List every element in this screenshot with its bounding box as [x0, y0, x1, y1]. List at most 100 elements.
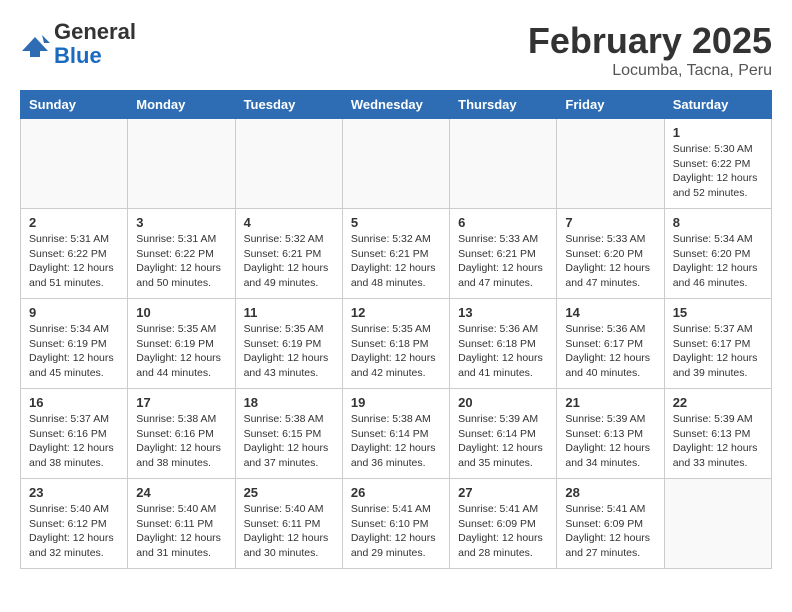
- calendar-cell: 12 Sunrise: 5:35 AM Sunset: 6:18 PM Dayli…: [342, 299, 449, 389]
- calendar-cell: 18 Sunrise: 5:38 AM Sunset: 6:15 PM Dayli…: [235, 389, 342, 479]
- title-block: February 2025 Locumba, Tacna, Peru: [528, 20, 772, 80]
- day-info: Sunrise: 5:34 AM Sunset: 6:19 PM Dayligh…: [29, 322, 119, 381]
- calendar-cell: 22 Sunrise: 5:39 AM Sunset: 6:13 PM Dayli…: [664, 389, 771, 479]
- day-number: 28: [565, 485, 655, 500]
- calendar-cell: 13Sunrise: 5:36 AM Sunset: 6:18 PM Dayli…: [450, 299, 557, 389]
- day-number: 7: [565, 215, 655, 230]
- day-info: Sunrise: 5:32 AM Sunset: 6:21 PM Dayligh…: [351, 232, 441, 291]
- day-number: 19: [351, 395, 441, 410]
- day-number: 21: [565, 395, 655, 410]
- day-info: Sunrise: 5:35 AM Sunset: 6:19 PM Dayligh…: [244, 322, 334, 381]
- day-number: 8: [673, 215, 763, 230]
- day-number: 15: [673, 305, 763, 320]
- logo-general: General: [54, 19, 136, 44]
- calendar-cell: 7 Sunrise: 5:33 AM Sunset: 6:20 PM Daylig…: [557, 209, 664, 299]
- day-number: 12: [351, 305, 441, 320]
- day-number: 16: [29, 395, 119, 410]
- day-number: 4: [244, 215, 334, 230]
- calendar-cell: 1Sunrise: 5:30 AM Sunset: 6:22 PM Daylig…: [664, 119, 771, 209]
- calendar-cell: 8 Sunrise: 5:34 AM Sunset: 6:20 PM Daylig…: [664, 209, 771, 299]
- day-header-monday: Monday: [128, 91, 235, 119]
- day-info: Sunrise: 5:37 AM Sunset: 6:17 PM Dayligh…: [673, 322, 763, 381]
- logo-text: General Blue: [54, 20, 136, 68]
- day-header-thursday: Thursday: [450, 91, 557, 119]
- calendar-week-2: 2Sunrise: 5:31 AM Sunset: 6:22 PM Daylig…: [21, 209, 772, 299]
- calendar-cell: 26 Sunrise: 5:41 AM Sunset: 6:10 PM Dayli…: [342, 479, 449, 569]
- calendar-cell: [664, 479, 771, 569]
- day-info: Sunrise: 5:39 AM Sunset: 6:13 PM Dayligh…: [565, 412, 655, 471]
- calendar-cell: 19 Sunrise: 5:38 AM Sunset: 6:14 PM Dayli…: [342, 389, 449, 479]
- logo-blue: Blue: [54, 43, 102, 68]
- day-info: Sunrise: 5:38 AM Sunset: 6:16 PM Dayligh…: [136, 412, 226, 471]
- calendar-cell: 21 Sunrise: 5:39 AM Sunset: 6:13 PM Dayli…: [557, 389, 664, 479]
- day-number: 27: [458, 485, 548, 500]
- day-number: 18: [244, 395, 334, 410]
- day-info: Sunrise: 5:36 AM Sunset: 6:17 PM Dayligh…: [565, 322, 655, 381]
- day-number: 10: [136, 305, 226, 320]
- calendar-cell: 10 Sunrise: 5:35 AM Sunset: 6:19 PM Dayli…: [128, 299, 235, 389]
- calendar-cell: [342, 119, 449, 209]
- day-header-tuesday: Tuesday: [235, 91, 342, 119]
- calendar-cell: [21, 119, 128, 209]
- day-info: Sunrise: 5:38 AM Sunset: 6:14 PM Dayligh…: [351, 412, 441, 471]
- calendar-cell: 28 Sunrise: 5:41 AM Sunset: 6:09 PM Dayli…: [557, 479, 664, 569]
- day-headers-row: SundayMondayTuesdayWednesdayThursdayFrid…: [21, 91, 772, 119]
- day-number: 11: [244, 305, 334, 320]
- month-title: February 2025: [528, 20, 772, 62]
- day-info: Sunrise: 5:38 AM Sunset: 6:15 PM Dayligh…: [244, 412, 334, 471]
- day-info: Sunrise: 5:41 AM Sunset: 6:09 PM Dayligh…: [565, 502, 655, 561]
- day-info: Sunrise: 5:31 AM Sunset: 6:22 PM Dayligh…: [136, 232, 226, 291]
- day-number: 25: [244, 485, 334, 500]
- day-info: Sunrise: 5:40 AM Sunset: 6:11 PM Dayligh…: [136, 502, 226, 561]
- calendar-cell: [450, 119, 557, 209]
- day-number: 5: [351, 215, 441, 230]
- calendar-week-5: 23 Sunrise: 5:40 AM Sunset: 6:12 PM Dayli…: [21, 479, 772, 569]
- day-info: Sunrise: 5:35 AM Sunset: 6:19 PM Dayligh…: [136, 322, 226, 381]
- calendar-cell: 9 Sunrise: 5:34 AM Sunset: 6:19 PM Daylig…: [21, 299, 128, 389]
- calendar-cell: 17 Sunrise: 5:38 AM Sunset: 6:16 PM Dayli…: [128, 389, 235, 479]
- page-header: General Blue February 2025 Locumba, Tacn…: [20, 20, 772, 80]
- calendar-cell: 14Sunrise: 5:36 AM Sunset: 6:17 PM Dayli…: [557, 299, 664, 389]
- calendar-cell: 6 Sunrise: 5:33 AM Sunset: 6:21 PM Daylig…: [450, 209, 557, 299]
- day-number: 3: [136, 215, 226, 230]
- calendar-week-1: 1Sunrise: 5:30 AM Sunset: 6:22 PM Daylig…: [21, 119, 772, 209]
- day-number: 6: [458, 215, 548, 230]
- day-info: Sunrise: 5:35 AM Sunset: 6:18 PM Dayligh…: [351, 322, 441, 381]
- day-info: Sunrise: 5:40 AM Sunset: 6:12 PM Dayligh…: [29, 502, 119, 561]
- calendar-cell: 24 Sunrise: 5:40 AM Sunset: 6:11 PM Dayli…: [128, 479, 235, 569]
- day-header-sunday: Sunday: [21, 91, 128, 119]
- calendar-cell: 23 Sunrise: 5:40 AM Sunset: 6:12 PM Dayli…: [21, 479, 128, 569]
- calendar-cell: 11 Sunrise: 5:35 AM Sunset: 6:19 PM Dayli…: [235, 299, 342, 389]
- day-number: 9: [29, 305, 119, 320]
- day-info: Sunrise: 5:34 AM Sunset: 6:20 PM Dayligh…: [673, 232, 763, 291]
- calendar-cell: [557, 119, 664, 209]
- day-number: 20: [458, 395, 548, 410]
- day-info: Sunrise: 5:32 AM Sunset: 6:21 PM Dayligh…: [244, 232, 334, 291]
- day-header-saturday: Saturday: [664, 91, 771, 119]
- calendar-cell: [235, 119, 342, 209]
- day-number: 17: [136, 395, 226, 410]
- day-header-wednesday: Wednesday: [342, 91, 449, 119]
- day-number: 24: [136, 485, 226, 500]
- day-header-friday: Friday: [557, 91, 664, 119]
- calendar-week-3: 9 Sunrise: 5:34 AM Sunset: 6:19 PM Daylig…: [21, 299, 772, 389]
- day-number: 22: [673, 395, 763, 410]
- calendar-cell: 15 Sunrise: 5:37 AM Sunset: 6:17 PM Dayli…: [664, 299, 771, 389]
- location-subtitle: Locumba, Tacna, Peru: [528, 62, 772, 80]
- day-number: 23: [29, 485, 119, 500]
- day-info: Sunrise: 5:33 AM Sunset: 6:20 PM Dayligh…: [565, 232, 655, 291]
- day-info: Sunrise: 5:41 AM Sunset: 6:10 PM Dayligh…: [351, 502, 441, 561]
- day-info: Sunrise: 5:39 AM Sunset: 6:13 PM Dayligh…: [673, 412, 763, 471]
- day-info: Sunrise: 5:31 AM Sunset: 6:22 PM Dayligh…: [29, 232, 119, 291]
- calendar-cell: 20 Sunrise: 5:39 AM Sunset: 6:14 PM Dayli…: [450, 389, 557, 479]
- calendar-table: SundayMondayTuesdayWednesdayThursdayFrid…: [20, 90, 772, 569]
- calendar-cell: 2Sunrise: 5:31 AM Sunset: 6:22 PM Daylig…: [21, 209, 128, 299]
- day-info: Sunrise: 5:33 AM Sunset: 6:21 PM Dayligh…: [458, 232, 548, 291]
- day-info: Sunrise: 5:41 AM Sunset: 6:09 PM Dayligh…: [458, 502, 548, 561]
- calendar-cell: 16Sunrise: 5:37 AM Sunset: 6:16 PM Dayli…: [21, 389, 128, 479]
- day-number: 26: [351, 485, 441, 500]
- day-number: 1: [673, 125, 763, 140]
- day-info: Sunrise: 5:39 AM Sunset: 6:14 PM Dayligh…: [458, 412, 548, 471]
- logo-icon: [20, 29, 50, 59]
- calendar-cell: 5 Sunrise: 5:32 AM Sunset: 6:21 PM Daylig…: [342, 209, 449, 299]
